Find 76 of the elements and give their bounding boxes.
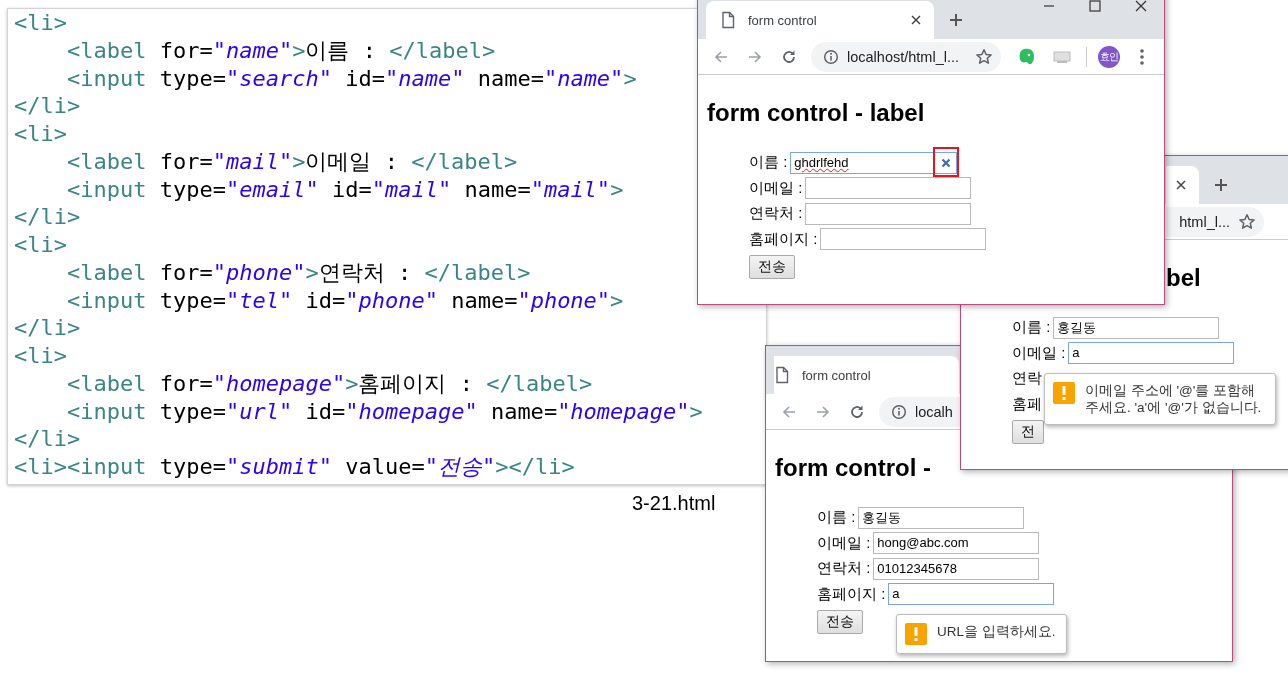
page-heading: form control - label (706, 98, 925, 128)
submit-button[interactable]: 전송 (749, 254, 795, 279)
field-label: 이메일 : (1012, 343, 1066, 363)
reload-icon (781, 48, 797, 65)
code-line: <label for="homepage">홈페이지 : </label> (66, 369, 593, 398)
text-field[interactable]: 01012345678 (873, 557, 1040, 580)
code-line: </li> (14, 425, 81, 453)
field-label: 연락처 : (749, 204, 803, 224)
code-line: <label for="name">이름 : </label> (66, 36, 496, 65)
text-field[interactable]: 홍길동 (1053, 316, 1220, 339)
menu-icon[interactable] (1140, 48, 1144, 65)
tooltip-message: URL을 입력하세요. (937, 623, 1056, 640)
text-field[interactable] (820, 228, 987, 251)
bookmark-star-icon[interactable] (975, 47, 993, 66)
address-bar[interactable]: localh (879, 396, 961, 427)
submit-button[interactable]: 전송 (817, 609, 863, 634)
close-icon (1135, 0, 1147, 12)
text-field[interactable]: ghdrlfehd (790, 151, 958, 174)
text-field[interactable] (805, 177, 972, 200)
field-label: 연락처 : (817, 559, 871, 579)
caption: 3-21.html (632, 492, 716, 515)
clear-icon (941, 157, 952, 168)
maximize-icon (1089, 0, 1101, 12)
code-line: <label for="phone">연락처 : </label> (66, 258, 531, 287)
field-label: 이름 : (817, 508, 856, 528)
code-line: <input type="email" id="mail" name="mail"> (66, 175, 624, 204)
warning-icon (905, 623, 927, 645)
code-line: <li> (14, 9, 67, 37)
close-icon (910, 14, 922, 26)
profile-avatar[interactable]: 효인 (1098, 45, 1120, 68)
code-line: <input type="tel" id="phone" name="phone"> (66, 286, 624, 315)
field-label: 이름 : (749, 153, 788, 173)
extension-icon[interactable] (1018, 46, 1036, 67)
back-icon (713, 48, 729, 65)
back-icon (781, 403, 797, 420)
field-label: 이메일 : (749, 178, 803, 198)
code-line: <input type="search" id="name" name="name"> (66, 64, 637, 93)
bookmark-star-icon[interactable] (1238, 212, 1256, 231)
field-label: 이메일 : (817, 533, 871, 553)
field-label: 홈페 (1012, 394, 1042, 414)
code-line: <li><input type="submit" value="전송"></li> (14, 453, 575, 481)
warning-icon (1053, 382, 1075, 404)
text-field[interactable] (805, 202, 972, 225)
code-line: </li> (14, 203, 81, 231)
code-line: </li> (14, 314, 81, 342)
screen-icon[interactable] (1053, 49, 1071, 64)
field-label: 이름 : (1012, 318, 1051, 338)
reload-icon (849, 403, 865, 420)
plus-icon (949, 13, 963, 27)
page-icon (720, 11, 736, 29)
field-label: 홈페이지 : (749, 229, 818, 249)
browser-tab[interactable]: form control (774, 356, 959, 394)
code-line: <input type="url" id="homepage" name="homepage"> (66, 397, 703, 426)
text-field[interactable]: hong@abc.com (873, 532, 1040, 555)
page-heading: bel (1165, 263, 1201, 293)
forward-icon (747, 48, 763, 65)
address-bar[interactable]: html_l... (1166, 206, 1264, 237)
field-label: 홈페이지 : (817, 584, 886, 604)
code-line: <label for="mail">이메일 : </label> (66, 147, 518, 176)
submit-button[interactable]: 전 (1012, 419, 1044, 444)
text-field[interactable]: 홍길동 (858, 506, 1025, 529)
code-line: <li> (14, 231, 67, 259)
browser-tab[interactable]: form control (706, 1, 934, 39)
text-field[interactable]: a (888, 583, 1055, 606)
forward-icon (815, 403, 831, 420)
close-icon (1175, 179, 1187, 191)
code-line: </li> (14, 92, 81, 120)
text-field[interactable]: a (1068, 342, 1235, 365)
field-label: 연락 (1012, 369, 1042, 389)
code-line: <li> (14, 120, 67, 148)
code-line: <li> (14, 342, 67, 370)
address-bar[interactable]: localhost/html_l... (811, 41, 1001, 72)
plus-icon (1214, 178, 1228, 192)
tooltip-message: 이메일 주소에 '@'를 포함해 주세요. 'a'에 '@'가 없습니다. (1085, 382, 1263, 416)
page-icon (774, 366, 790, 384)
page-heading: form control - (774, 453, 931, 483)
